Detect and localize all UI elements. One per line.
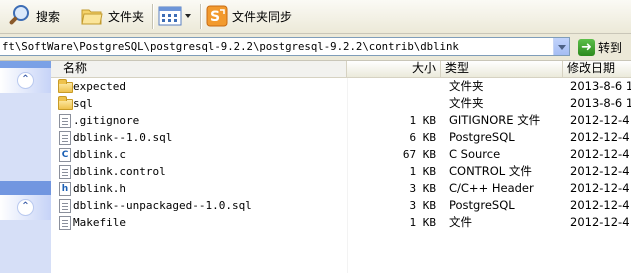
file-size <box>348 95 436 112</box>
file-icon <box>57 215 73 230</box>
svg-text:S: S <box>210 9 220 25</box>
file-name: Makefile <box>73 216 126 229</box>
file-size: 3 KB <box>409 182 437 195</box>
search-button[interactable]: 搜索 <box>6 2 60 30</box>
task-pane: ⌃ ⌃ <box>0 61 51 273</box>
file-row[interactable]: sql 文件夹 2013-8-6 15 <box>51 95 631 112</box>
file-icon <box>57 113 73 128</box>
file-size <box>348 78 436 95</box>
task-group-body <box>0 93 51 181</box>
file-date: 2013-8-6 15 <box>570 79 631 93</box>
file-name: .gitignore <box>73 114 140 127</box>
file-row[interactable]: dblink--1.0.sql 6 KB PostgreSQL 2012-12-… <box>51 129 631 146</box>
task-group-body <box>0 220 51 273</box>
search-label: 搜索 <box>36 9 61 24</box>
file-size: 6 KB <box>409 131 437 144</box>
file-name: dblink.control <box>73 165 166 178</box>
file-type: 文件夹 <box>449 79 484 93</box>
column-type-header[interactable]: 类型 <box>441 61 563 77</box>
file-name: dblink--unpackaged--1.0.sql <box>73 199 252 212</box>
file-row[interactable]: expected 文件夹 2013-8-6 15 <box>51 78 631 95</box>
file-date: 2012-12-4 - <box>570 113 631 127</box>
address-path: ft\SoftWare\PostgreSQL\postgresql-9.2.2\… <box>2 40 459 53</box>
list-area-divider <box>347 78 348 273</box>
column-header-bar: 名称 大小 类型 修改日期 <box>51 61 631 78</box>
file-date: 2012-12-4 - <box>570 147 631 161</box>
file-row[interactable]: dblink.control 1 KB CONTROL 文件 2012-12-4… <box>51 163 631 180</box>
column-name-header[interactable]: 名称 <box>51 61 347 77</box>
column-size-header[interactable]: 大小 <box>347 61 441 77</box>
file-type: 文件夹 <box>449 96 484 110</box>
address-input[interactable]: ft\SoftWare\PostgreSQL\postgresql-9.2.2\… <box>0 37 570 56</box>
file-name: expected <box>73 80 126 93</box>
views-button[interactable] <box>158 2 194 30</box>
file-date: 2013-8-6 15 <box>570 96 631 110</box>
collapse-chevron-icon[interactable]: ⌃ <box>17 199 34 216</box>
file-row[interactable]: Makefile 1 KB 文件 2012-12-4 - <box>51 214 631 231</box>
file-size: 3 KB <box>409 199 437 212</box>
go-label: 转到 <box>598 40 623 55</box>
folders-label: 文件夹 <box>108 9 145 24</box>
toolbar-divider <box>152 4 154 29</box>
file-icon <box>57 164 73 179</box>
address-bar: ft\SoftWare\PostgreSQL\postgresql-9.2.2\… <box>0 34 631 61</box>
search-icon <box>9 5 29 25</box>
file-type: C Source <box>449 147 501 161</box>
column-date-header[interactable]: 修改日期 <box>563 61 631 77</box>
file-row[interactable]: h dblink.h 3 KB C/C++ Header 2012-12-4 - <box>51 180 631 197</box>
folder-sync-label: 文件夹同步 <box>232 9 293 24</box>
folder-icon <box>81 9 103 25</box>
address-dropdown-button[interactable] <box>553 38 569 55</box>
go-arrow-icon: ➜ <box>578 38 595 56</box>
file-name: dblink--1.0.sql <box>73 131 173 144</box>
file-name: sql <box>73 97 93 110</box>
sql-file-icon <box>57 130 73 145</box>
file-type: PostgreSQL <box>449 198 515 212</box>
folder-sync-button[interactable]: S 文件夹同步 <box>206 2 292 30</box>
file-name: dblink.c <box>73 148 126 161</box>
go-button[interactable]: ➜ 转到 <box>578 37 622 57</box>
c-source-icon: C <box>57 147 73 162</box>
file-size: 1 KB <box>409 165 437 178</box>
collapse-chevron-icon[interactable]: ⌃ <box>17 72 34 89</box>
file-row[interactable]: dblink--unpackaged--1.0.sql 3 KB Postgre… <box>51 197 631 214</box>
file-row[interactable]: C dblink.c 67 KB C Source 2012-12-4 - <box>51 146 631 163</box>
folder-icon <box>57 96 73 111</box>
file-date: 2012-12-4 - <box>570 130 631 144</box>
file-type: PostgreSQL <box>449 130 515 144</box>
file-row[interactable]: .gitignore 1 KB GITIGNORE 文件 2012-12-4 - <box>51 112 631 129</box>
sync-app-icon: S <box>206 5 228 27</box>
file-size: 1 KB <box>409 114 437 127</box>
file-size: 1 KB <box>409 216 437 229</box>
file-date: 2012-12-4 - <box>570 215 631 229</box>
file-type: GITIGNORE 文件 <box>449 113 541 127</box>
file-type: 文件 <box>449 215 472 229</box>
header-file-icon: h <box>57 181 73 196</box>
file-size: 67 KB <box>402 148 436 161</box>
folders-button[interactable]: 文件夹 <box>80 2 144 30</box>
file-type: CONTROL 文件 <box>449 164 532 178</box>
file-name: dblink.h <box>73 182 126 195</box>
toolbar: 搜索 文件夹 S 文件夹同步 <box>0 0 631 34</box>
views-icon <box>158 6 191 26</box>
file-type: C/C++ Header <box>449 181 534 195</box>
file-date: 2012-12-4 - <box>570 164 631 178</box>
sql-file-icon <box>57 198 73 213</box>
file-date: 2012-12-4 - <box>570 181 631 195</box>
folder-icon <box>57 79 73 94</box>
toolbar-divider <box>200 4 202 29</box>
file-date: 2012-12-4 - <box>570 198 631 212</box>
